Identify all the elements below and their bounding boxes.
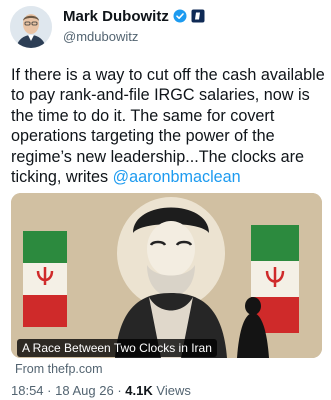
left-flag [23,231,67,327]
tweet-time[interactable]: 18:54 [11,383,44,398]
author-display-name[interactable]: Mark Dubowitz [63,8,169,25]
tweet-meta: 18:54 · 18 Aug 26 · 4.1K Views [11,383,191,398]
views-label: Views [156,383,191,398]
meta-separator: · [47,383,52,398]
mural-portrait [115,197,227,358]
verified-badge-icon [173,9,187,23]
views-count[interactable]: 4.1K [125,383,152,398]
tweet-date[interactable]: 18 Aug 26 [55,383,114,398]
card-image [11,193,322,358]
meta-separator: · [117,383,122,398]
mention-link[interactable]: @aaronbmaclean [113,168,241,186]
card-caption[interactable]: A Race Between Two Clocks in Iran [17,339,217,357]
tweet-text: If there is a way to cut off the cash av… [11,65,325,187]
affiliation-badge-icon[interactable] [191,9,205,23]
author-name-row[interactable]: Mark Dubowitz [63,6,205,26]
avatar[interactable] [10,6,52,48]
link-card[interactable]: A Race Between Two Clocks in Iran [11,193,322,358]
avatar-image [10,6,52,48]
card-source[interactable]: From thefp.com [15,362,103,376]
author-handle[interactable]: @mdubowitz [63,29,138,44]
